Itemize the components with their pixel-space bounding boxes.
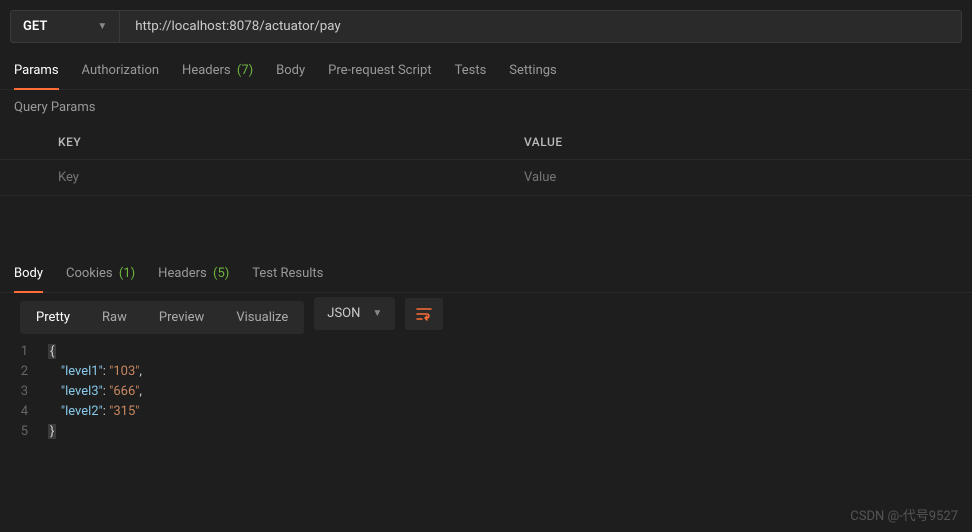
tab-tests[interactable]: Tests [455, 53, 487, 89]
resp-tab-body[interactable]: Body [14, 256, 43, 293]
col-value: VALUE [506, 125, 972, 160]
watermark: CSDN @-代号9527 [850, 505, 958, 524]
url-input[interactable] [120, 10, 962, 43]
view-pretty[interactable]: Pretty [20, 301, 86, 334]
response-body: 1{2 "level1": "103",3 "level3": "666",4 … [0, 334, 972, 450]
chevron-down-icon: ▼ [97, 21, 107, 32]
resp-tab-cookies[interactable]: Cookies (1) [66, 256, 135, 292]
tab-authorization[interactable]: Authorization [82, 53, 160, 89]
query-params-header: Query Params [0, 90, 972, 125]
resp-tab-headers[interactable]: Headers (5) [158, 256, 229, 292]
format-select[interactable]: JSON ▼ [314, 297, 395, 330]
tab-pre-request-script[interactable]: Pre-request Script [328, 53, 431, 89]
format-label: JSON [327, 306, 360, 321]
tab-headers[interactable]: Headers (7) [182, 53, 253, 89]
tab-body[interactable]: Body [276, 53, 305, 89]
col-key: KEY [40, 125, 506, 160]
table-row [0, 160, 972, 196]
key-input[interactable] [58, 170, 488, 185]
view-raw[interactable]: Raw [86, 301, 143, 334]
view-visualize[interactable]: Visualize [220, 301, 304, 334]
method-select[interactable]: GET ▼ [10, 10, 120, 43]
wrap-button[interactable] [405, 298, 443, 330]
view-preview[interactable]: Preview [143, 301, 220, 334]
count-badge: (5) [210, 266, 230, 281]
chevron-down-icon: ▼ [372, 308, 382, 319]
tab-params[interactable]: Params [14, 53, 59, 90]
resp-tab-test-results[interactable]: Test Results [252, 256, 323, 292]
count-badge: (7) [234, 63, 254, 78]
method-label: GET [23, 19, 47, 34]
value-input[interactable] [524, 170, 954, 185]
tab-settings[interactable]: Settings [509, 53, 556, 89]
params-table: KEY VALUE [0, 125, 972, 196]
count-badge: (1) [116, 266, 136, 281]
